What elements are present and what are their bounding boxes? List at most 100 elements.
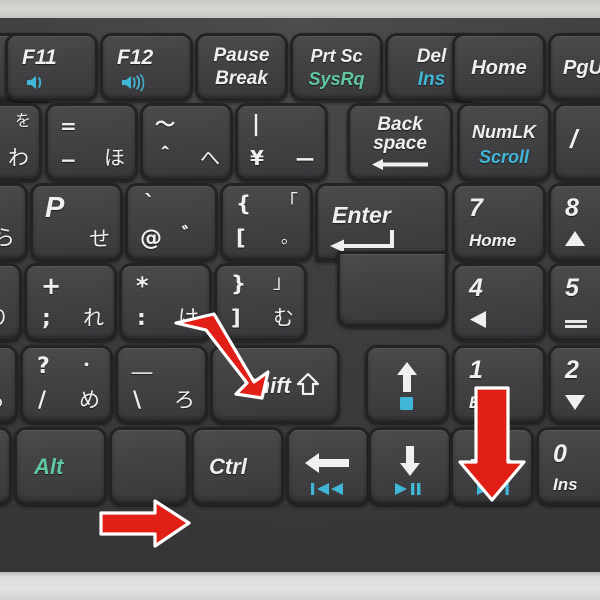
key-at-dakuten[interactable]: ` @ ゛ [128, 186, 215, 258]
key-backslash-label: \ [133, 388, 142, 413]
key-tilde-label: ～ [155, 112, 175, 136]
key-ri-label: り [0, 308, 9, 329]
key-ke-label: け [178, 306, 199, 330]
key-0-wa-bottom-right-label: わ [8, 146, 29, 170]
key-numpad-5[interactable]: 5 [551, 266, 600, 338]
key-ru-label: る [0, 390, 5, 411]
key-colon-ke[interactable]: * : け [122, 266, 209, 338]
key-ctrl-label: Ctrl [209, 454, 247, 479]
key-caret-label: ＾ [155, 146, 175, 170]
triangle-left-icon [468, 310, 488, 333]
key-ctrl-right[interactable]: Ctrl [194, 430, 281, 502]
key-enter-lower[interactable] [340, 254, 445, 324]
prev-track-icon [311, 481, 345, 500]
key-colon-label: : [137, 306, 146, 331]
laptop-top-bezel [0, 0, 600, 20]
key-question-label: ? [37, 354, 50, 379]
key-arrow-right[interactable] [453, 430, 531, 502]
triangle-down-icon [564, 394, 586, 415]
key-se-label: せ [89, 227, 110, 251]
key-longvowel-label: ー [295, 148, 315, 172]
key-f12[interactable]: F12 [103, 36, 190, 98]
enter-arrow-icon [330, 230, 398, 256]
laptop-palm-rest [0, 572, 600, 600]
key-handakuten-label: ° [0, 356, 1, 372]
key-numpad-0-sub-label: Ins [553, 475, 578, 494]
arrow-up-icon [396, 362, 418, 396]
key-break-label: Break [215, 68, 268, 89]
key-numpad-8-label: 8 [565, 194, 579, 222]
key-mu-label: む [273, 306, 294, 330]
key-shift-label: Shift [242, 373, 291, 398]
key-dakuten-label: ゛ [181, 224, 201, 246]
key-equals-ho[interactable]: = − ほ [48, 106, 135, 178]
key-semicolon-re[interactable]: + ; れ [27, 266, 114, 338]
key-l-ri[interactable]: り [0, 266, 19, 338]
keyboard-screenshot: F11 F12 Pause Break Prt Sc SysRq Del Ins… [0, 0, 600, 600]
key-numpad-8[interactable]: 8 [551, 186, 600, 258]
key-divide-label: / [570, 124, 578, 154]
key-arrow-left[interactable] [289, 430, 367, 502]
key-he-label: へ [200, 146, 220, 170]
key-prtsc-label: Prt Sc [310, 46, 363, 66]
key-f11[interactable]: F11 [8, 36, 95, 98]
key-arrow-down[interactable] [371, 430, 449, 502]
triangle-up-icon [564, 230, 586, 251]
key-backslash-ro[interactable]: ＿ \ ろ [118, 348, 205, 420]
speaker-volume-icon [120, 74, 148, 95]
key-re-label: れ [83, 306, 104, 330]
key-f11-label: F11 [22, 46, 57, 69]
dash-icon [565, 314, 591, 333]
key-home[interactable]: Home [455, 36, 543, 98]
key-numpad-0-label: 0 [553, 440, 567, 468]
key-yen-label: ¥ [250, 146, 264, 170]
key-space[interactable] [0, 430, 9, 502]
key-plus-label: + [41, 272, 62, 300]
keyboard-deck: F11 F12 Pause Break Prt Sc SysRq Del Ins… [0, 18, 600, 574]
key-bracket-close-label: ] [231, 306, 241, 330]
key-numlk-scroll[interactable]: NumLK Scroll [460, 106, 548, 178]
key-numpad-divide[interactable]: / [556, 106, 600, 178]
key-0-wa-top-label: を [14, 111, 31, 130]
key-p-se[interactable]: P せ [33, 186, 120, 258]
key-0-wa[interactable]: を ) わ [0, 106, 39, 178]
key-numpad-0[interactable]: 0 Ins [539, 430, 600, 502]
key-numpad-4-label: 4 [469, 274, 483, 302]
key-numpad-1-label: 1 [469, 356, 483, 384]
key-slash-label: / [38, 388, 47, 413]
key-pgup[interactable]: PgUp [551, 36, 600, 98]
key-ho-label: ほ [104, 146, 125, 170]
key-pipe-yen[interactable]: | ¥ ー [238, 106, 325, 178]
arrow-down-icon [399, 446, 421, 480]
stop-square-icon [399, 396, 415, 416]
key-prtsc-sysrq[interactable]: Prt Sc SysRq [293, 36, 380, 98]
key-numpad-2[interactable]: 2 [551, 348, 600, 420]
key-brace-close-label: } [231, 272, 246, 296]
key-slash-me[interactable]: ? ・ / め [23, 348, 110, 420]
key-numpad-7[interactable]: 7 Home [455, 186, 543, 258]
key-numpad-1[interactable]: 1 End [455, 348, 543, 420]
key-pause-break[interactable]: Pause Break [198, 36, 285, 98]
key-enter[interactable]: Enter [318, 186, 445, 258]
key-backquote-label: ` [144, 192, 155, 217]
key-bracket-open[interactable]: { 「 [ 。 [223, 186, 310, 258]
key-semicolon-label: ; [42, 306, 51, 331]
key-fn-blank[interactable] [112, 430, 186, 502]
key-numpad-4[interactable]: 4 [455, 266, 543, 338]
key-nakaguro-label: ・ [78, 356, 94, 374]
key-shift-right[interactable]: Shift [213, 348, 337, 420]
key-backspace[interactable]: Back space [350, 106, 450, 178]
key-pipe-label: | [252, 112, 261, 137]
key-o-ra[interactable]: ら [0, 186, 25, 258]
key-period-ru[interactable]: > ° . る [0, 348, 15, 420]
key-ra-label: ら [0, 226, 15, 250]
key-numlk-label: NumLK [472, 122, 536, 142]
key-arrow-up[interactable] [368, 348, 446, 420]
key-alt-label: Alt [34, 454, 64, 479]
key-f12-label: F12 [117, 46, 154, 69]
key-enter-label: Enter [332, 202, 391, 228]
key-bracket-close[interactable]: } 」 ] む [217, 266, 304, 338]
key-tilde-he[interactable]: ～ ＾ へ [143, 106, 230, 178]
key-alt-right[interactable]: Alt [17, 430, 104, 502]
arrow-left-icon [305, 452, 349, 478]
